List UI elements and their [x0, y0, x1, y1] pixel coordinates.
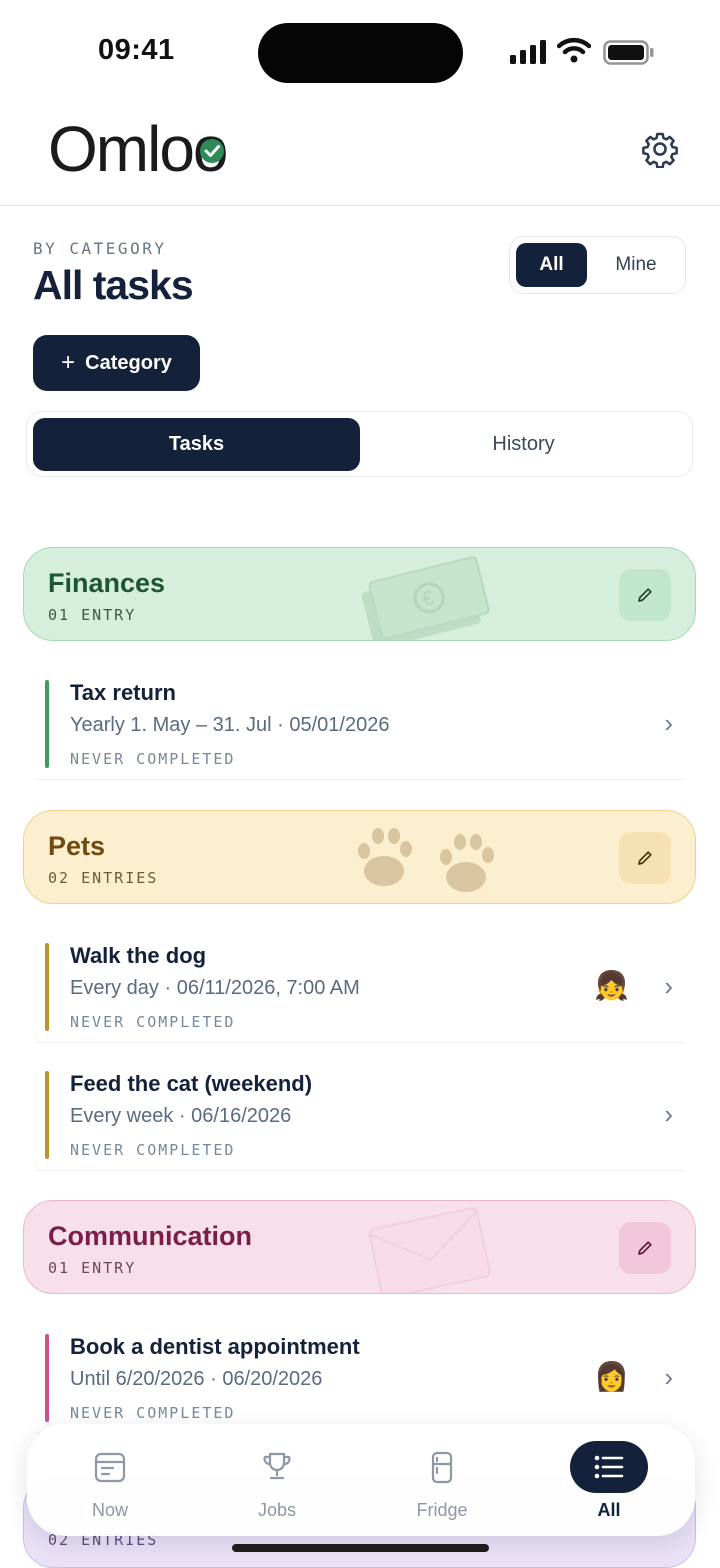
fridge-icon: [431, 1451, 453, 1484]
tab-tasks[interactable]: Tasks: [33, 418, 360, 471]
category-count: 01 ENTRY: [48, 606, 137, 624]
category-name: Pets: [48, 831, 106, 861]
task-schedule: Every week · 06/16/2026: [70, 1105, 292, 1127]
task-row-walk-the-dog[interactable]: Walk the dog Every day · 06/11/2026, 7:0…: [35, 915, 685, 1043]
category-card-pets[interactable]: Pets 02 ENTRIES: [23, 810, 696, 904]
assignee-avatar: 👧: [594, 970, 629, 1001]
filter-mine-button[interactable]: Mine: [596, 243, 676, 287]
envelope-illustration-icon: [368, 1207, 491, 1293]
category-count: 02 ENTRIES: [48, 869, 159, 887]
task-schedule: Every day · 06/11/2026, 7:00 AM: [70, 977, 360, 999]
edit-category-button[interactable]: [619, 832, 671, 884]
chevron-right-icon: ›: [664, 1099, 673, 1129]
money-illustration-icon: €: [361, 556, 490, 640]
edit-category-button[interactable]: [619, 1222, 671, 1274]
category-color-bar: [45, 1071, 49, 1159]
nav-active-pill: [570, 1441, 648, 1493]
task-row-dentist-appointment[interactable]: Book a dentist appointment Until 6/20/20…: [35, 1306, 685, 1434]
calendar-icon: [94, 1452, 126, 1483]
category-color-bar: [45, 1334, 49, 1422]
category-color-bar: [45, 680, 49, 768]
category-color-bar: [45, 943, 49, 1031]
nav-item-all[interactable]: All: [549, 1424, 669, 1536]
battery-icon: [603, 40, 654, 65]
nav-label: Now: [91, 1500, 128, 1520]
nav-item-now[interactable]: Now: [50, 1424, 170, 1536]
pencil-icon: [638, 1241, 652, 1255]
add-category-label: Category: [85, 351, 172, 374]
category-name: Finances: [48, 568, 166, 598]
nav-label: All: [597, 1500, 621, 1520]
filter-all-button[interactable]: All: [516, 243, 587, 287]
list-icon: [594, 1455, 624, 1479]
task-name: Book a dentist appointment: [70, 1334, 360, 1359]
task-schedule: Until 6/20/2026 · 06/20/2026: [70, 1368, 323, 1390]
task-name: Tax return: [70, 680, 176, 705]
task-status: NEVER COMPLETED: [70, 1141, 236, 1159]
assignee-avatar: 👩: [594, 1361, 629, 1392]
tab-history[interactable]: History: [360, 418, 687, 471]
chevron-right-icon: ›: [664, 1362, 673, 1392]
chevron-right-icon: ›: [664, 708, 673, 738]
pencil-icon: [638, 588, 652, 602]
nav-label: Jobs: [257, 1500, 297, 1520]
task-name: Walk the dog: [70, 943, 207, 968]
task-row-tax-return[interactable]: Tax return Yearly 1. May – 31. Jul · 05/…: [35, 652, 685, 780]
dynamic-island: [258, 23, 463, 83]
check-icon: [199, 139, 224, 163]
page-title: All tasks: [33, 262, 194, 308]
add-category-button[interactable]: + Category: [33, 335, 200, 391]
header-divider: [0, 205, 720, 206]
edit-category-button[interactable]: [619, 569, 671, 621]
view-tabs: Tasks History: [26, 411, 693, 477]
nav-item-jobs[interactable]: Jobs: [217, 1424, 337, 1536]
nav-item-fridge[interactable]: Fridge: [382, 1424, 502, 1536]
page-eyebrow: BY CATEGORY: [33, 239, 167, 258]
owner-filter-toggle: All Mine: [509, 236, 686, 294]
task-row-feed-the-cat[interactable]: Feed the cat (weekend) Every week · 06/1…: [35, 1043, 685, 1171]
category-name: Communication: [48, 1221, 253, 1251]
task-name: Feed the cat (weekend): [70, 1071, 313, 1096]
paw-prints-illustration-icon: [358, 828, 494, 892]
app-logo: Omloo: [48, 112, 231, 186]
settings-gear-icon[interactable]: [641, 130, 679, 168]
category-card-finances[interactable]: € Finances 01 ENTRY: [23, 547, 696, 641]
pencil-icon: [638, 851, 652, 865]
task-schedule: Yearly 1. May – 31. Jul · 05/01/2026: [70, 714, 390, 736]
chevron-right-icon: ›: [664, 971, 673, 1001]
trophy-icon: [263, 1452, 291, 1480]
wifi-icon: [557, 37, 591, 63]
cellular-signal-icon: [510, 40, 546, 64]
category-count: 01 ENTRY: [48, 1259, 137, 1277]
category-card-communication[interactable]: Communication 01 ENTRY: [23, 1200, 696, 1294]
bottom-nav: Now Jobs Fridge All: [27, 1424, 695, 1536]
home-indicator[interactable]: [232, 1544, 489, 1552]
plus-icon: +: [61, 349, 76, 376]
status-time: 09:41: [98, 34, 175, 66]
nav-label: Fridge: [416, 1500, 468, 1520]
task-status: NEVER COMPLETED: [70, 750, 236, 768]
task-status: NEVER COMPLETED: [70, 1404, 236, 1422]
task-status: NEVER COMPLETED: [70, 1013, 236, 1031]
